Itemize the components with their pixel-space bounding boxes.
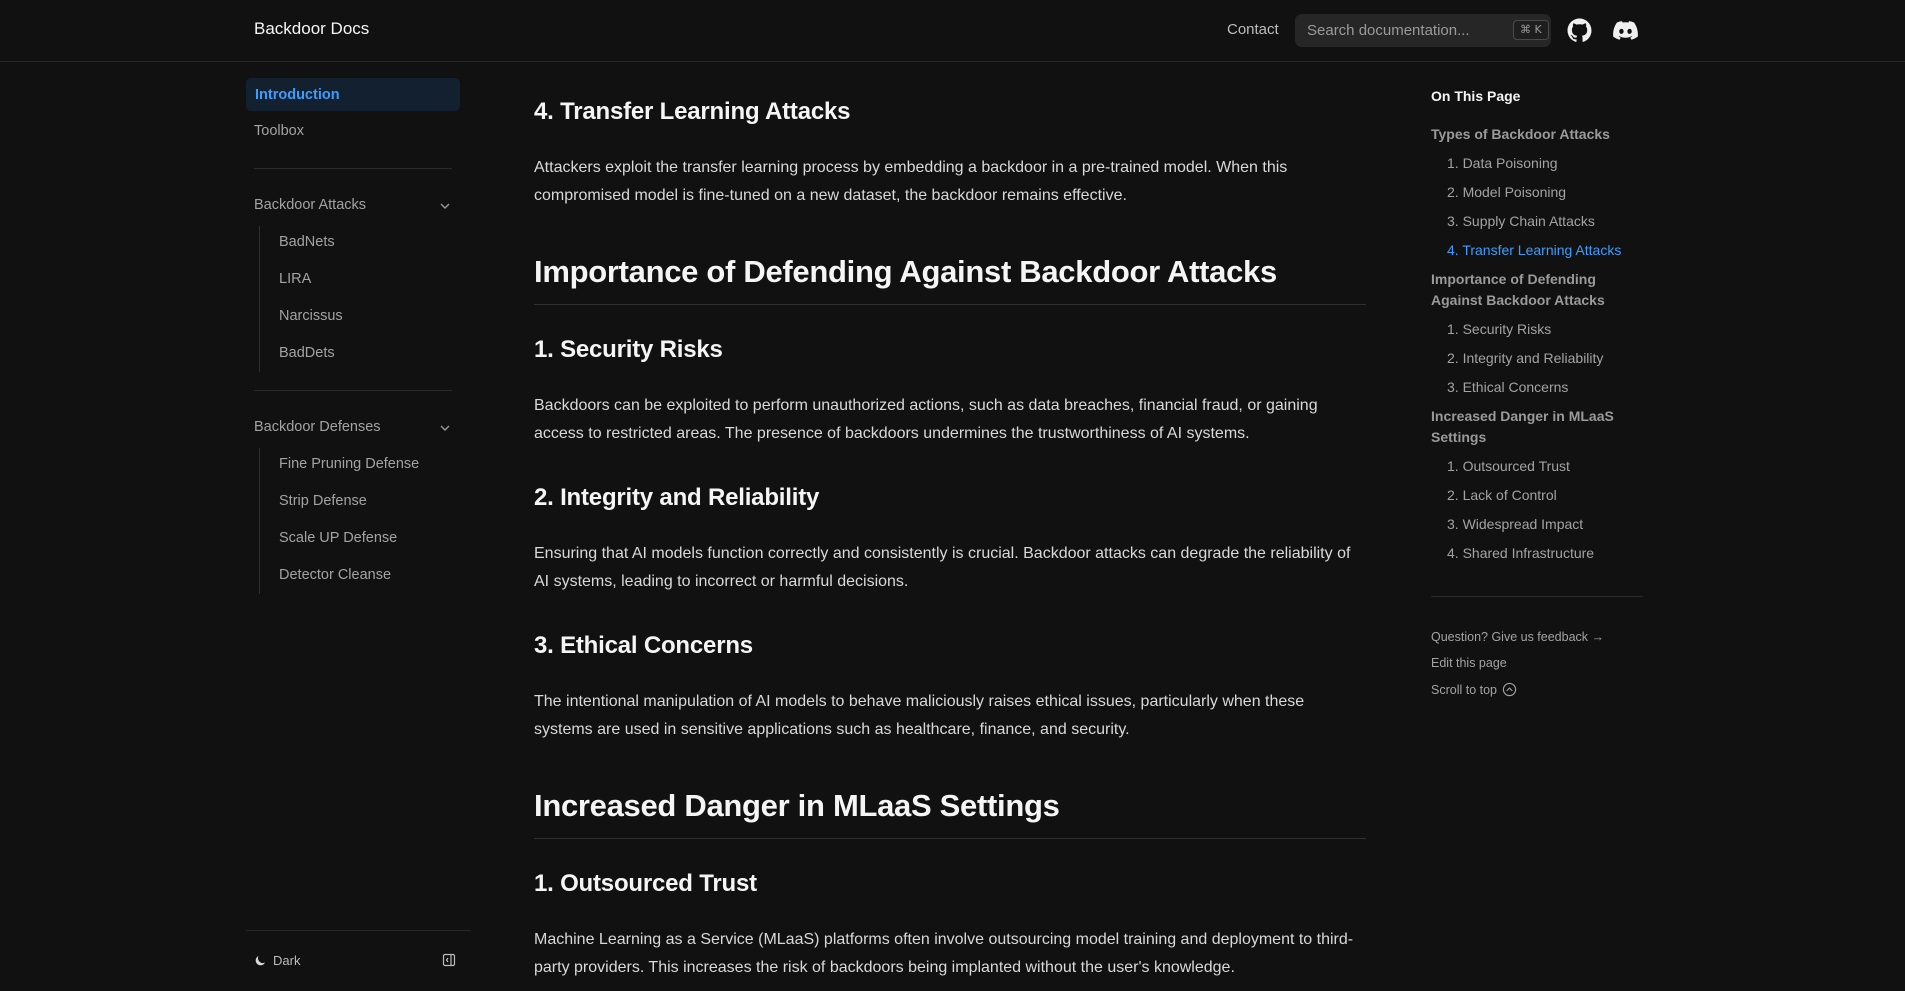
sidebar-item-baddets[interactable]: BadDets [279, 345, 335, 361]
sidebar-item-toolbox[interactable]: Toolbox [254, 123, 304, 139]
discord-icon[interactable] [1613, 18, 1638, 43]
main-content: 4. Transfer Learning Attacks Attackers e… [534, 62, 1366, 991]
toc-divider [1431, 596, 1643, 597]
feedback-link[interactable]: Question? Give us feedback → [1431, 630, 1604, 644]
sidebar-group-label: Backdoor Defenses [254, 419, 381, 435]
sidebar-group-backdoor-attacks[interactable]: Backdoor Attacks [254, 197, 452, 213]
sidebar-divider [254, 390, 452, 391]
arrow-up-circle-icon [1502, 682, 1517, 697]
toc-item[interactable]: 2. Lack of Control [1447, 485, 1557, 506]
sidebar: Introduction Toolbox Backdoor Attacks Ba… [246, 62, 471, 991]
moon-icon [255, 956, 265, 966]
sidebar-group-backdoor-defenses[interactable]: Backdoor Defenses [254, 419, 452, 435]
section-paragraph: Machine Learning as a Service (MLaaS) pl… [534, 931, 1354, 976]
section-heading: 2. Integrity and Reliability [534, 484, 820, 511]
toc-item[interactable]: 1. Data Poisoning [1447, 153, 1558, 174]
sidebar-branch-line [259, 226, 260, 372]
sidebar-footer-divider [246, 930, 471, 931]
chevron-down-icon [440, 425, 450, 431]
section-paragraph: Backdoors can be exploited to perform un… [534, 397, 1318, 442]
scroll-to-top-button[interactable]: Scroll to top [1431, 682, 1517, 697]
toc-item[interactable]: 3. Widespread Impact [1447, 514, 1583, 535]
toc-item-active[interactable]: 4. Transfer Learning Attacks [1447, 240, 1621, 261]
sidebar-item-lira[interactable]: LIRA [279, 271, 311, 287]
search-shortcut-hint: ⌘ K [1513, 20, 1549, 40]
collapse-sidebar-icon[interactable] [442, 953, 456, 967]
chevron-down-icon [440, 203, 450, 209]
section-heading: 1. Security Risks [534, 336, 723, 363]
section-heading: 3. Ethical Concerns [534, 632, 753, 659]
toc-item[interactable]: Importance of Defending Against Backdoor… [1431, 269, 1636, 311]
sidebar-item-fine-pruning-defense[interactable]: Fine Pruning Defense [279, 456, 419, 472]
toc-item[interactable]: 3. Supply Chain Attacks [1447, 211, 1595, 232]
section-paragraph: The intentional manipulation of AI model… [534, 693, 1305, 738]
sidebar-item-narcissus[interactable]: Narcissus [279, 308, 343, 324]
sidebar-item-introduction[interactable]: Introduction [246, 78, 460, 111]
scroll-to-top-label: Scroll to top [1431, 682, 1498, 697]
toc-item[interactable]: 2. Integrity and Reliability [1447, 348, 1603, 369]
sidebar-divider [254, 168, 452, 169]
edit-page-link[interactable]: Edit this page [1431, 656, 1507, 670]
toc-item[interactable]: 2. Model Poisoning [1447, 182, 1566, 203]
toc-item[interactable]: 3. Ethical Concerns [1447, 377, 1568, 398]
sidebar-item-strip-defense[interactable]: Strip Defense [279, 493, 367, 509]
section-paragraph: Ensuring that AI models function correct… [534, 545, 1351, 590]
toc-title: On This Page [1431, 88, 1521, 104]
section-heading: 1. Outsourced Trust [534, 870, 757, 897]
section-heading: Increased Danger in MLaaS Settings [534, 788, 1366, 839]
contact-link[interactable]: Contact [1227, 21, 1279, 38]
toc-item[interactable]: 1. Security Risks [1447, 319, 1551, 340]
sidebar-item-scale-up-defense[interactable]: Scale UP Defense [279, 530, 397, 546]
sidebar-group-label: Backdoor Attacks [254, 197, 367, 213]
sidebar-item-detector-cleanse[interactable]: Detector Cleanse [279, 567, 391, 583]
toc-item[interactable]: Types of Backdoor Attacks [1431, 124, 1636, 145]
theme-toggle-button[interactable]: Dark [254, 953, 300, 968]
toc-item[interactable]: Increased Danger in MLaaS Settings [1431, 406, 1636, 448]
github-icon[interactable] [1567, 18, 1592, 43]
toc-item[interactable]: 1. Outsourced Trust [1447, 456, 1570, 477]
theme-label: Dark [273, 953, 301, 968]
section-paragraph: Attackers exploit the transfer learning … [534, 159, 1288, 204]
top-navbar: Backdoor Docs Contact ⌘ K [0, 0, 1905, 62]
section-heading: Importance of Defending Against Backdoor… [534, 254, 1366, 305]
site-logo-link[interactable]: Backdoor Docs [254, 19, 369, 39]
section-heading: 4. Transfer Learning Attacks [534, 98, 851, 125]
toc-item[interactable]: 4. Shared Infrastructure [1447, 543, 1594, 564]
sidebar-branch-line [259, 448, 260, 594]
sidebar-item-badnets[interactable]: BadNets [279, 234, 335, 250]
